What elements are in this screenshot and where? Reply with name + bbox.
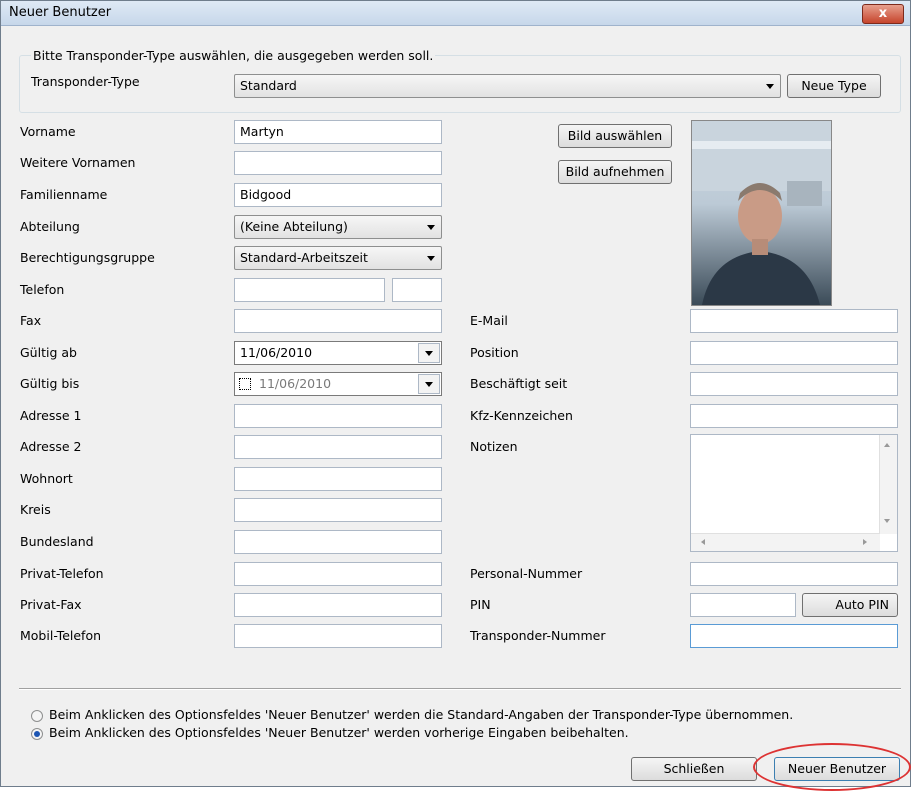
- label-familienname: Familienname: [20, 187, 108, 202]
- label-kfz-kennzeichen: Kfz-Kennzeichen: [470, 408, 573, 423]
- calendar-dropdown-button[interactable]: [418, 343, 440, 363]
- abteilung-value: (Keine Abteilung): [240, 219, 348, 234]
- gueltig-ab-datepicker[interactable]: 11/06/2010: [234, 341, 442, 365]
- title-bar: Neuer Benutzer x: [1, 1, 910, 26]
- kreis-field[interactable]: [234, 498, 442, 522]
- scroll-left-icon[interactable]: [701, 539, 705, 545]
- scroll-down-icon[interactable]: [884, 519, 890, 523]
- calendar-dropdown-button[interactable]: [418, 374, 440, 394]
- adresse-2-field[interactable]: [234, 435, 442, 459]
- scroll-up-icon[interactable]: [884, 443, 890, 447]
- auto-pin-button[interactable]: Auto PIN: [802, 593, 898, 617]
- label-email: E-Mail: [470, 313, 508, 328]
- email-field[interactable]: [690, 309, 898, 333]
- close-icon: x: [878, 6, 888, 21]
- label-telefon: Telefon: [20, 282, 65, 297]
- label-privat-telefon: Privat-Telefon: [20, 566, 104, 581]
- label-bundesland: Bundesland: [20, 534, 94, 549]
- transponder-type-select[interactable]: Standard: [234, 74, 781, 98]
- label-vorname: Vorname: [20, 124, 76, 139]
- privat-telefon-field[interactable]: [234, 562, 442, 586]
- label-gueltig-bis: Gültig bis: [20, 376, 80, 391]
- highlight-oval: [753, 743, 911, 791]
- kfz-kennzeichen-field[interactable]: [690, 404, 898, 428]
- window-title: Neuer Benutzer: [9, 5, 112, 20]
- new-type-button[interactable]: Neue Type: [787, 74, 881, 98]
- weitere-vornamen-field[interactable]: [234, 151, 442, 175]
- label-mobil-telefon: Mobil-Telefon: [20, 628, 102, 643]
- bundesland-field[interactable]: [234, 530, 442, 554]
- label-gueltig-ab: Gültig ab: [20, 345, 77, 360]
- chevron-down-icon: [425, 382, 433, 387]
- beschaeftigt-seit-field[interactable]: [690, 372, 898, 396]
- capture-image-button[interactable]: Bild aufnehmen: [558, 160, 672, 184]
- personal-nummer-field[interactable]: [690, 562, 898, 586]
- separator: [19, 688, 901, 690]
- label-weitere-vornamen: Weitere Vornamen: [20, 155, 136, 170]
- label-privat-fax: Privat-Fax: [20, 597, 82, 612]
- close-button[interactable]: Schließen: [631, 757, 757, 781]
- pin-field[interactable]: [690, 593, 796, 617]
- chevron-down-icon: [427, 256, 435, 261]
- select-image-button[interactable]: Bild auswählen: [558, 124, 672, 148]
- option-standard-radio[interactable]: [31, 710, 43, 722]
- label-notizen: Notizen: [470, 439, 518, 454]
- label-beschaeftigt-seit: Beschäftigt seit: [470, 376, 568, 391]
- label-personal-nummer: Personal-Nummer: [470, 566, 583, 581]
- gueltig-bis-datepicker[interactable]: 11/06/2010: [234, 372, 442, 396]
- option-keep-inputs-radio[interactable]: [31, 728, 43, 740]
- label-adresse-2: Adresse 2: [20, 439, 82, 454]
- chevron-down-icon: [427, 225, 435, 230]
- vorname-field[interactable]: Martyn: [234, 120, 442, 144]
- gueltig-ab-value: 11/06/2010: [240, 345, 313, 360]
- berechtigungsgruppe-select[interactable]: Standard-Arbeitszeit: [234, 246, 442, 270]
- gueltig-bis-value: 11/06/2010: [259, 376, 332, 391]
- label-transponder-nummer: Transponder-Nummer: [470, 628, 606, 643]
- horizontal-scrollbar[interactable]: [691, 533, 880, 551]
- person-photo-icon: [692, 121, 831, 305]
- gueltig-bis-checkbox[interactable]: [239, 378, 251, 390]
- familienname-field[interactable]: Bidgood: [234, 183, 442, 207]
- telefon-field[interactable]: [234, 278, 385, 302]
- privat-fax-field[interactable]: [234, 593, 442, 617]
- label-pin: PIN: [470, 597, 491, 612]
- fax-field[interactable]: [234, 309, 442, 333]
- telefon-extension-field[interactable]: [392, 278, 442, 302]
- chevron-down-icon: [766, 84, 774, 89]
- berechtigungsgruppe-value: Standard-Arbeitszeit: [240, 250, 368, 265]
- chevron-down-icon: [425, 351, 433, 356]
- option-keep-inputs-label: Beim Anklicken des Optionsfeldes 'Neuer …: [49, 725, 629, 740]
- wohnort-field[interactable]: [234, 467, 442, 491]
- mobil-telefon-field[interactable]: [234, 624, 442, 648]
- transponder-nummer-field[interactable]: [690, 624, 898, 648]
- position-field[interactable]: [690, 341, 898, 365]
- label-position: Position: [470, 345, 519, 360]
- label-abteilung: Abteilung: [20, 219, 80, 234]
- dialog-window: Neuer Benutzer x Bitte Transponder-Type …: [0, 0, 911, 791]
- transponder-type-label: Transponder-Type: [31, 74, 140, 89]
- abteilung-select[interactable]: (Keine Abteilung): [234, 215, 442, 239]
- label-fax: Fax: [20, 313, 42, 328]
- user-photo: [691, 120, 832, 306]
- label-berechtigungsgruppe: Berechtigungsgruppe: [20, 250, 155, 265]
- notizen-textarea[interactable]: [690, 434, 898, 552]
- label-adresse-1: Adresse 1: [20, 408, 82, 423]
- transponder-type-value: Standard: [240, 78, 297, 93]
- close-window-button[interactable]: x: [862, 4, 904, 24]
- label-wohnort: Wohnort: [20, 471, 73, 486]
- scroll-right-icon[interactable]: [863, 539, 867, 545]
- vertical-scrollbar[interactable]: [879, 435, 897, 534]
- label-kreis: Kreis: [20, 502, 51, 517]
- option-standard-label: Beim Anklicken des Optionsfeldes 'Neuer …: [49, 707, 794, 722]
- adresse-1-field[interactable]: [234, 404, 442, 428]
- transponder-group-caption: Bitte Transponder-Type auswählen, die au…: [31, 48, 436, 63]
